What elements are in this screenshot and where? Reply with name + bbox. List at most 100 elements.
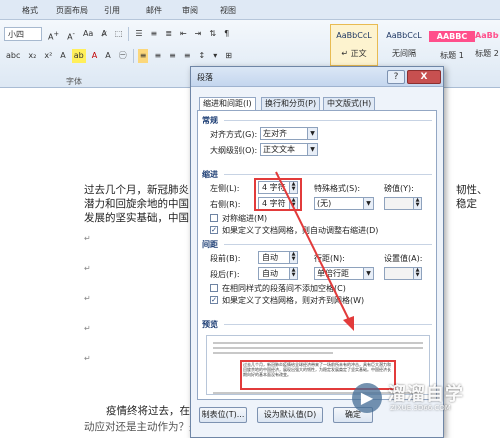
tab-page-layout[interactable]: 页面布局 <box>56 5 88 16</box>
grid-right-indent-checkbox[interactable]: ✓ <box>210 226 218 234</box>
tab-view[interactable]: 视图 <box>220 5 236 16</box>
dialog-title: 段落 <box>197 73 213 82</box>
general-section-title: 常规 <box>202 116 218 125</box>
no-space-label: 在相同样式的段落间不添加空格(C) <box>222 284 346 293</box>
font-row-1: 小四 A+ A- Aa A̷ ⬚ ☰ ≡ ≣ ⇤ ⇥ ⇅ ¶ <box>4 26 231 42</box>
style-name: ↵ 正文 <box>341 49 367 58</box>
align-right-icon[interactable]: ≡ <box>167 49 178 63</box>
before-label: 段前(B): <box>210 254 241 263</box>
highlight-icon[interactable]: ab <box>71 49 86 63</box>
grow-font-icon[interactable]: A+ <box>46 27 61 42</box>
subscript-icon[interactable]: x₂ <box>26 49 38 63</box>
strikethrough-icon[interactable]: abc <box>4 49 22 63</box>
at-label: 设置值(A): <box>384 254 423 263</box>
set-default-button[interactable]: 设为默认值(D) <box>257 407 323 423</box>
clear-format-icon[interactable]: A̷ <box>99 27 108 41</box>
help-button[interactable]: ? <box>387 70 405 84</box>
alignment-label: 对齐方式(G): <box>210 130 258 139</box>
document-fragment: 稳定 <box>456 198 477 210</box>
style-normal[interactable]: AaBbCcL ↵ 正文 <box>330 24 378 66</box>
outline-level-select[interactable]: 正文文本 ▼ <box>260 143 318 156</box>
chevron-down-icon: ▼ <box>363 198 373 209</box>
spinner-icon[interactable]: ▲ ▼ <box>413 198 421 209</box>
style-heading-1[interactable]: AABBC 标题 1 <box>428 24 476 66</box>
indent-section-title: 缩进 <box>202 170 218 179</box>
style-sample: AaBbC <box>475 31 499 40</box>
snap-grid-checkbox[interactable]: ✓ <box>210 296 218 304</box>
borders-icon[interactable]: ⊞ <box>223 49 234 63</box>
spinner-icon[interactable]: ▲ ▼ <box>289 252 297 263</box>
bullets-icon[interactable]: ☰ <box>133 27 144 41</box>
paragraph-mark: ↵ <box>84 324 91 333</box>
document-line: 发展的坚实基础，中国 <box>84 212 189 224</box>
dialog-title-bar[interactable]: 段落 ? X <box>191 67 443 87</box>
line-spacing-icon[interactable]: ↕ <box>197 49 208 63</box>
after-label: 段后(F): <box>210 270 240 279</box>
font-row-2: abc x₂ x² A ab A A ㊀ ≡ ≡ ≡ ≡ ↕ ▾ ⊞ <box>4 48 234 64</box>
sort-icon[interactable]: ⇅ <box>207 27 218 41</box>
style-no-spacing[interactable]: AaBbCcL 无间隔 <box>380 24 428 66</box>
at-input[interactable]: ▲ ▼ <box>384 267 422 280</box>
numbering-icon[interactable]: ≡ <box>149 27 160 41</box>
special-indent-select[interactable]: (无) ▼ <box>314 197 374 210</box>
font-size-select[interactable]: 小四 <box>4 27 42 41</box>
shading-icon[interactable]: ▾ <box>211 49 219 63</box>
tab-format[interactable]: 格式 <box>22 5 38 16</box>
style-heading-2[interactable]: AaBbC 标题 2 <box>474 24 500 66</box>
preview-line <box>213 347 423 349</box>
special-indent-label: 特殊格式(S): <box>314 184 361 193</box>
chevron-down-icon: ▼ <box>363 268 373 279</box>
style-name: 无间隔 <box>392 49 416 58</box>
no-space-checkbox[interactable] <box>210 284 218 292</box>
shrink-font-icon[interactable]: A- <box>65 27 77 42</box>
text-effect-icon[interactable]: A <box>58 49 67 63</box>
after-input[interactable]: 自动 ▲ ▼ <box>258 267 298 280</box>
before-input[interactable]: 自动 ▲ ▼ <box>258 251 298 264</box>
mirror-indent-checkbox[interactable] <box>210 214 218 222</box>
superscript-icon[interactable]: x² <box>42 49 54 63</box>
divider <box>224 324 432 325</box>
mirror-indent-label: 对称缩进(M) <box>222 214 268 223</box>
encircle-icon[interactable]: ㊀ <box>117 49 129 63</box>
style-name: 标题 1 <box>440 51 464 60</box>
close-button[interactable]: X <box>407 70 441 84</box>
tab-line-page-breaks[interactable]: 换行和分页(P) <box>261 97 321 110</box>
preview-sample-text: 过去几个月，新冠肺炎疫情给全球经济带来了一场前所未有的冲击，具有巨大潜力和回旋余… <box>243 362 391 377</box>
alignment-select[interactable]: 左对齐 ▼ <box>260 127 318 140</box>
decrease-indent-icon[interactable]: ⇤ <box>178 27 189 41</box>
show-marks-icon[interactable]: ¶ <box>222 27 231 41</box>
char-shading-icon[interactable]: A <box>103 49 112 63</box>
spinner-icon[interactable]: ▲ ▼ <box>289 268 297 279</box>
align-center-icon[interactable]: ≡ <box>152 49 163 63</box>
spacing-section-title: 间距 <box>202 240 218 249</box>
document-fragment: 韧性、 <box>456 184 488 196</box>
by-label: 磅值(Y): <box>384 184 414 193</box>
indent-highlight-box <box>254 178 302 211</box>
char-border-icon[interactable]: ⬚ <box>113 27 125 41</box>
spinner-icon[interactable]: ▲ ▼ <box>413 268 421 279</box>
tab-mailings[interactable]: 邮件 <box>146 5 162 16</box>
line-spacing-select[interactable]: 单倍行距 ▼ <box>314 267 374 280</box>
style-name: 标题 2 <box>475 49 499 58</box>
preview-section-title: 预览 <box>202 320 218 329</box>
style-sample: AaBbCcL <box>336 31 372 40</box>
font-group-label: 字体 <box>66 77 82 86</box>
change-case-icon[interactable]: Aa <box>81 27 95 41</box>
increase-indent-icon[interactable]: ⇥ <box>193 27 204 41</box>
tab-references[interactable]: 引用 <box>104 5 120 16</box>
tab-indents-spacing[interactable]: 缩进和间距(I) <box>199 97 256 111</box>
tab-asian-typography[interactable]: 中文版式(H) <box>323 97 376 110</box>
multilevel-icon[interactable]: ≣ <box>163 27 174 41</box>
tabs-button[interactable]: 制表位(T)... <box>199 407 247 423</box>
chevron-down-icon: ▼ <box>307 144 317 155</box>
divider <box>224 174 432 175</box>
left-indent-label: 左侧(L): <box>210 184 240 193</box>
justify-icon[interactable]: ≡ <box>182 49 193 63</box>
font-color-icon[interactable]: A <box>90 49 99 63</box>
outline-level-label: 大纲级别(O): <box>210 146 258 155</box>
by-input[interactable]: ▲ ▼ <box>384 197 422 210</box>
tab-review[interactable]: 审阅 <box>182 5 198 16</box>
align-left-icon[interactable]: ≡ <box>137 49 149 63</box>
watermark-subtitle: ZIXUE.3D66.COM <box>390 404 451 412</box>
style-sample: AaBbCcL <box>386 31 422 40</box>
